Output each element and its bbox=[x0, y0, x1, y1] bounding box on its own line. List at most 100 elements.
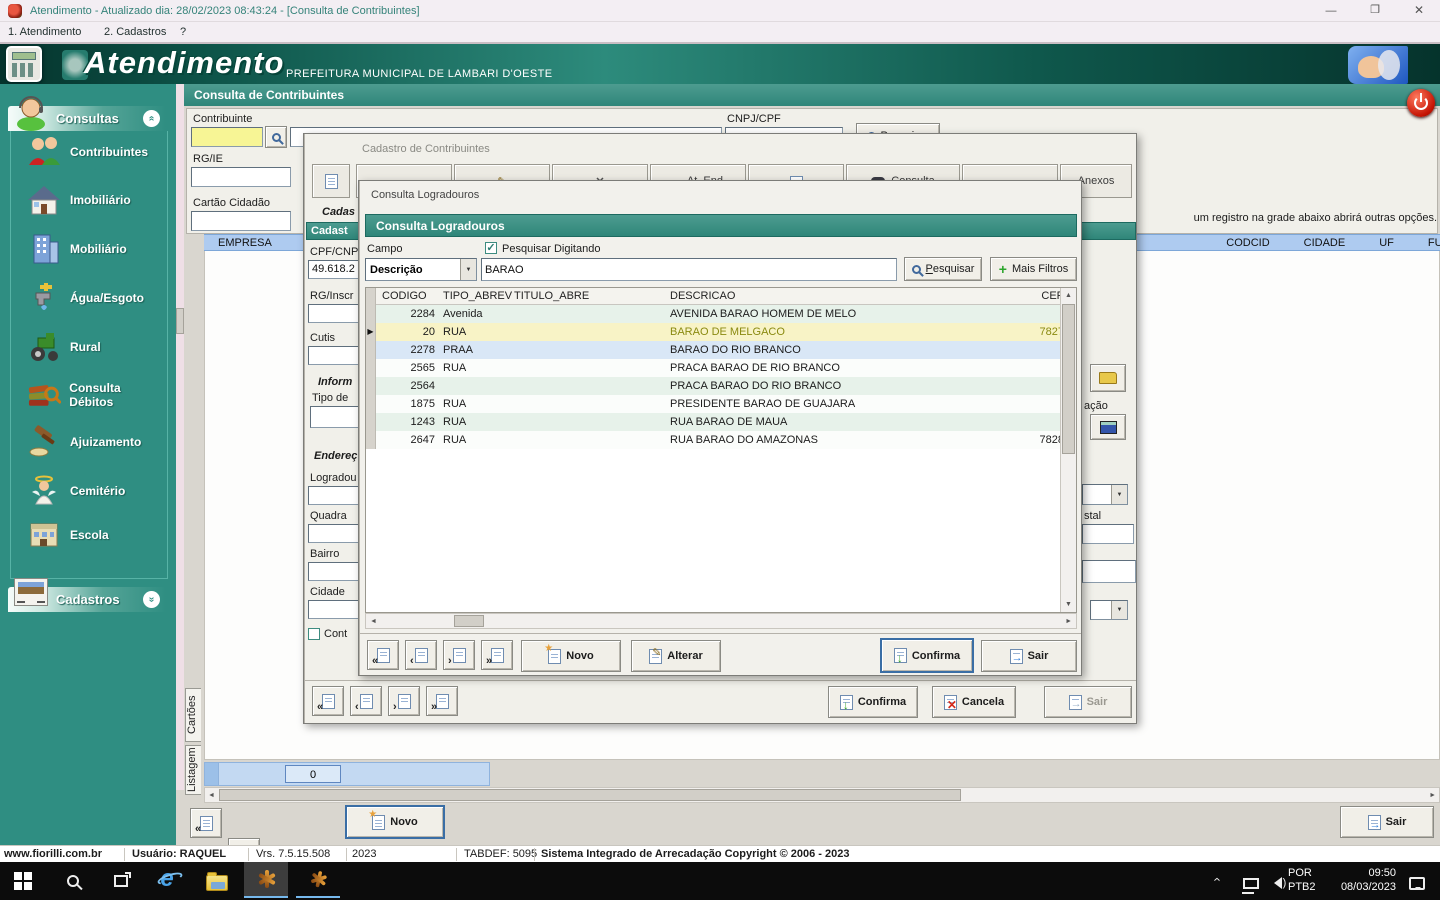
cad-nav-last[interactable]: » bbox=[426, 686, 458, 716]
toolbar-small-button[interactable] bbox=[312, 164, 350, 198]
table-hscrollbar[interactable]: ◄ ► bbox=[365, 613, 1077, 629]
combo-arrow-icon[interactable]: ▼ bbox=[1111, 485, 1127, 504]
cad-cancela-button[interactable]: ✕ Cancela bbox=[932, 686, 1016, 718]
log-alterar-button[interactable]: ✎ Alterar bbox=[631, 640, 721, 672]
table-row[interactable]: 1243RUARUA BARAO DE MAUA bbox=[366, 413, 1066, 431]
start-button[interactable] bbox=[8, 866, 38, 896]
scroll-right-icon[interactable]: ► bbox=[1429, 792, 1436, 799]
cad-confirma-button[interactable]: ↓ Confirma bbox=[828, 686, 918, 718]
scroll-right-icon[interactable]: ► bbox=[1065, 618, 1072, 625]
cad-nav-next[interactable]: › bbox=[388, 686, 420, 716]
sidebar-item-rural[interactable]: Rural bbox=[26, 325, 166, 369]
scrollbar-thumb[interactable] bbox=[176, 308, 184, 334]
search-text-input[interactable] bbox=[481, 258, 897, 281]
scroll-up-icon[interactable]: ▲ bbox=[1061, 292, 1076, 299]
scroll-left-icon[interactable]: ◄ bbox=[208, 792, 215, 799]
rg-input[interactable] bbox=[191, 167, 291, 187]
left-vertical-scrollbar[interactable] bbox=[176, 84, 184, 790]
app-fiorilli-2[interactable] bbox=[296, 862, 340, 898]
table-row[interactable]: 2565RUAPRACA BARAO DE RIO BRANCO bbox=[366, 359, 1066, 377]
contribuinte-code-input[interactable] bbox=[191, 127, 263, 147]
tray-language[interactable]: POR PTB2 bbox=[1288, 866, 1316, 894]
table-row[interactable]: 2647RUARUA BARAO DO AMAZONAS7828 bbox=[366, 431, 1066, 449]
combo-arrow-icon[interactable]: ▼ bbox=[460, 259, 476, 280]
dlg-pesquisar-button[interactable]: Pesquisar bbox=[904, 257, 982, 281]
cad-nav-first[interactable]: « bbox=[312, 686, 344, 716]
table-vscrollbar[interactable]: ▲ ▼ bbox=[1060, 288, 1076, 612]
right-combo-1[interactable]: ▼ bbox=[1082, 484, 1128, 505]
app-fiorilli-active[interactable] bbox=[244, 862, 288, 898]
col-tipo-abrev[interactable]: TIPO_ABREV bbox=[440, 288, 514, 305]
contr-checkbox[interactable] bbox=[308, 628, 320, 640]
tray-clock[interactable]: 09:50 08/03/2023 bbox=[1322, 866, 1396, 894]
cad-nav-prev[interactable]: ‹ bbox=[350, 686, 382, 716]
col-funcionai[interactable]: FUNCIONAI bbox=[1428, 237, 1440, 249]
col-empresa[interactable]: EMPRESA bbox=[218, 237, 272, 249]
log-nav-first[interactable]: « bbox=[367, 640, 399, 670]
novo-button[interactable]: ★ Novo bbox=[346, 806, 444, 838]
listagem-count-cell[interactable]: 0 bbox=[285, 765, 341, 783]
digitando-checkbox[interactable]: ✓ bbox=[485, 242, 497, 254]
log-novo-button[interactable]: ★ Novo bbox=[521, 640, 621, 672]
campo-combo[interactable]: Descrição ▼ bbox=[365, 258, 477, 281]
tab-listagem[interactable]: Listagem bbox=[185, 745, 201, 795]
menu-cadastros[interactable]: 2. Cadastros bbox=[104, 26, 166, 38]
scrollbar-thumb[interactable] bbox=[1062, 304, 1075, 454]
log-nav-last[interactable]: » bbox=[481, 640, 513, 670]
sidebar-item-consulta-debitos[interactable]: Consulta Débitos bbox=[26, 373, 166, 417]
scrollbar-thumb[interactable] bbox=[219, 789, 961, 801]
col-codcid[interactable]: CODCID bbox=[1226, 237, 1269, 249]
cad-sair-button[interactable]: → Sair bbox=[1044, 686, 1132, 718]
table-row[interactable]: 2284AvenidaAVENIDA BARAO HOMEM DE MELO bbox=[366, 305, 1066, 323]
internet-explorer-button[interactable]: e bbox=[152, 864, 182, 894]
sair-button[interactable]: → Sair bbox=[1340, 806, 1434, 838]
tray-chevron[interactable]: › bbox=[1209, 877, 1224, 881]
log-nav-next[interactable]: › bbox=[443, 640, 475, 670]
col-uf[interactable]: UF bbox=[1379, 237, 1394, 249]
contribuinte-lookup-button[interactable] bbox=[265, 126, 287, 148]
mais-filtros-button[interactable]: + Mais Filtros bbox=[990, 257, 1077, 281]
sidebar-item-contribuintes[interactable]: Contribuintes bbox=[26, 130, 166, 174]
sidebar-item-mobiliario[interactable]: Mobiliário bbox=[26, 227, 166, 271]
right-combo-2[interactable]: ▼ bbox=[1090, 600, 1128, 620]
scrollbar-thumb[interactable] bbox=[454, 615, 484, 627]
nav-first-button[interactable]: « bbox=[190, 808, 222, 838]
sidebar-item-imobiliario[interactable]: Imobiliário bbox=[26, 178, 166, 222]
col-descricao[interactable]: DESCRICAO bbox=[670, 288, 1032, 305]
table-row[interactable]: 1875RUAPRESIDENTE BARAO DE GUAJARA bbox=[366, 395, 1066, 413]
folder-button[interactable] bbox=[1090, 364, 1126, 392]
cartao-input[interactable] bbox=[191, 211, 291, 231]
file-explorer-button[interactable] bbox=[202, 868, 232, 898]
log-confirma-button[interactable]: ↓ Confirma bbox=[881, 639, 973, 672]
combo-arrow-icon[interactable]: ▼ bbox=[1111, 601, 1127, 619]
sidebar-item-escola[interactable]: Escola bbox=[26, 513, 166, 557]
maximize-button[interactable]: ❐ bbox=[1360, 5, 1390, 15]
log-nav-prev[interactable]: ‹ bbox=[405, 640, 437, 670]
sidebar-item-ajuizamento[interactable]: Ajuizamento bbox=[26, 420, 166, 464]
chevron-down-icon[interactable]: » bbox=[143, 591, 160, 608]
right-input-1[interactable] bbox=[1082, 524, 1134, 544]
right-input-2[interactable] bbox=[1082, 560, 1136, 583]
col-codigo[interactable]: CODIGO bbox=[376, 288, 440, 305]
power-icon[interactable] bbox=[1407, 89, 1435, 117]
menu-help[interactable]: ? bbox=[180, 26, 186, 38]
chevron-up-icon[interactable]: » bbox=[143, 110, 160, 127]
col-cidade[interactable]: CIDADE bbox=[1304, 237, 1346, 249]
scroll-down-icon[interactable]: ▼ bbox=[1065, 601, 1072, 608]
table-row-selected[interactable]: ▶20RUABARAO DE MELGACO7827 bbox=[366, 323, 1066, 341]
log-sair-button[interactable]: → Sair bbox=[981, 640, 1077, 672]
notification-icon[interactable] bbox=[1402, 868, 1432, 898]
scroll-left-icon[interactable]: ◄ bbox=[370, 618, 377, 625]
col-titulo-abre[interactable]: TITULO_ABRE bbox=[514, 288, 670, 305]
taskbar-search-button[interactable] bbox=[58, 866, 88, 896]
table-row[interactable]: 2564PRACA BARAO DO RIO BRANCO bbox=[366, 377, 1066, 395]
cadastro-tab[interactable]: Cadas bbox=[322, 206, 355, 218]
tab-cartoes[interactable]: Cartões bbox=[185, 688, 201, 742]
minimize-button[interactable]: — bbox=[1316, 6, 1346, 16]
main-hscrollbar[interactable]: ◄ ► bbox=[204, 787, 1440, 803]
sidebar-item-cemiterio[interactable]: Cemitério bbox=[26, 469, 166, 513]
table-row[interactable]: 2278PRAABARAO DO RIO BRANCO bbox=[366, 341, 1066, 359]
task-view-button[interactable] bbox=[106, 866, 136, 896]
menu-atendimento[interactable]: 1. Atendimento bbox=[8, 26, 81, 38]
close-button[interactable]: ✕ bbox=[1404, 5, 1434, 15]
